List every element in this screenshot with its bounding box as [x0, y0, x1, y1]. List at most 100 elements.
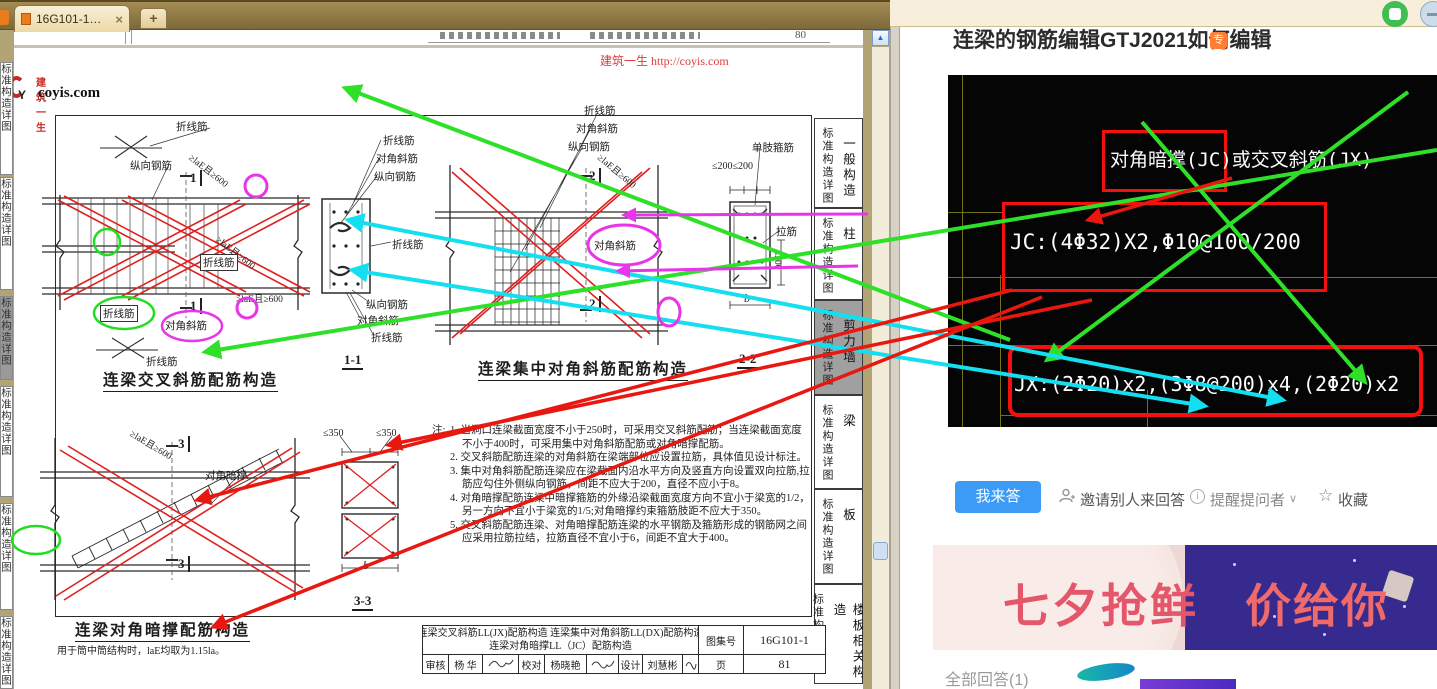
drawing-label: 纵向钢筋: [374, 172, 416, 183]
printed-left-strip: 标准构造详图: [0, 503, 13, 610]
invite-others-button[interactable]: 邀请别人来回答: [1080, 489, 1185, 510]
atlas-number: 16G101-1: [760, 632, 809, 647]
index-tab-shearwall: 标准构造详图 剪力墙: [814, 300, 863, 395]
partial-logo-bar: [1140, 679, 1236, 689]
cad-jx-text: JX:(2Φ20)x2,(3Φ8@200)x4,(2Φ20)x2: [1014, 372, 1400, 396]
scrollbar-track[interactable]: [872, 47, 889, 689]
info-icon: i: [1190, 489, 1205, 504]
tab-title: 16G101-1…: [36, 12, 102, 26]
viewer-tabbar: 16G101-1… × +: [0, 0, 890, 32]
watermark-text: 建筑一生 http://coyis.com: [600, 54, 729, 68]
drawing-label: 拉筋: [776, 227, 797, 238]
section-title: 3-3: [352, 593, 374, 611]
drawing-label: 折线筋: [584, 106, 616, 117]
premium-badge: 专: [1210, 32, 1227, 49]
browser-extension-icon[interactable]: [1382, 1, 1408, 27]
printed-left-strip: 标准构造详图: [0, 177, 13, 290]
section-title: 2-2: [737, 351, 759, 369]
document-tab[interactable]: 16G101-1… ×: [14, 5, 130, 32]
atlas-label: 图集号: [699, 626, 744, 654]
chevron-down-icon[interactable]: ∨: [1289, 492, 1297, 505]
drawing-label: 折线筋: [176, 122, 208, 133]
design-label: 设计: [619, 655, 643, 673]
section-mark: 1: [190, 170, 202, 186]
drawing-label: 纵向钢筋: [130, 161, 172, 172]
favorite-star-icon: ☆: [1318, 486, 1334, 505]
dimension-label: ≤350: [376, 428, 397, 439]
scrollbar-thumb[interactable]: [873, 542, 888, 560]
signature: [587, 655, 619, 673]
section-mark: 3: [178, 556, 190, 572]
scroll-up-icon[interactable]: ▲: [872, 30, 889, 46]
printed-left-strip: 标准构造详图: [0, 62, 13, 175]
document-icon: [21, 13, 31, 25]
drawing-notes: 注: 1. 当洞口连梁截面宽度不小于250时，可采用交叉斜筋配筋；当连梁截面宽度…: [432, 424, 810, 546]
note-item: 4. 对角暗撑配筋连梁中暗撑箍筋的外缘沿梁截面宽度方向不宜小于梁宽的1/2，另一…: [450, 492, 810, 518]
notes-prefix: 注:: [432, 425, 446, 436]
note-item: 3. 集中对角斜筋配筋连梁应在梁截面内沿水平方向及竖直方向设置双向拉筋,拉筋应勾…: [450, 465, 810, 491]
dimension-label: ≤350: [323, 428, 344, 439]
ad-text-left: 七夕抢鲜: [1003, 580, 1199, 632]
title-block-title: 连梁交叉斜筋LL(JX)配筋构造 连梁集中对角斜筋LL(DX)配筋构造 连梁对角…: [423, 626, 699, 654]
drawing-label: 折线筋: [371, 333, 403, 344]
drawing-title: 连梁交叉斜筋配筋构造: [103, 368, 279, 392]
window-divider: [890, 0, 900, 689]
drawing-title: 连梁对角暗撑配筋构造: [75, 618, 251, 642]
drawing-title: 连梁集中对角斜筋配筋构造: [478, 357, 689, 381]
cad-screenshot-image: 对角暗撑(JC)或交叉斜筋(JX) JC:(4Φ32)X2,Φ10@100/20…: [948, 75, 1437, 427]
dimension-label: ≤200≤200: [712, 161, 753, 172]
partial-logo-swoosh: [1076, 660, 1136, 684]
review-label: 审核: [423, 655, 449, 673]
drawing-label: 折线筋: [383, 136, 415, 147]
cad-jc-text: JC:(4Φ32)X2,Φ10@100/200: [1010, 230, 1301, 254]
review-name: 杨 华: [449, 655, 483, 673]
section-mark: 3: [178, 436, 190, 452]
invite-person-icon: [1059, 488, 1075, 503]
index-tab-slab: 标准构造详图板: [814, 489, 863, 584]
signature: [483, 655, 519, 673]
cad-callout-text: 对角暗撑(JC)或交叉斜筋(JX): [1110, 149, 1373, 171]
dimension-label: b: [363, 558, 369, 572]
drawing-label: 纵向钢筋: [366, 300, 408, 311]
cad-grid-line: [1000, 275, 1001, 427]
drawing-label: 对角斜筋: [165, 321, 207, 332]
ad-banner[interactable]: 七夕抢鲜 价给你: [933, 545, 1437, 650]
screen: 16G101-1… × + 80 建筑一生 http://coyis.com Y…: [0, 0, 1437, 689]
proof-label: 校对: [519, 655, 545, 673]
section-mark: 1: [190, 298, 202, 314]
favorite-button[interactable]: 收藏: [1338, 489, 1368, 510]
drawing-subtitle: 用于筒中筒结构时，laE均取为1.15la。: [57, 646, 226, 657]
proof-name: 杨晓艳: [545, 655, 587, 673]
close-icon[interactable]: ×: [115, 12, 123, 27]
note-item: 2. 交叉斜筋配筋连梁的对角斜筋在梁端部位应设置拉筋，具体值见设计标注。: [450, 452, 807, 463]
section-mark: 2: [589, 296, 601, 312]
ad-text-right: 价给你: [1245, 580, 1389, 632]
remind-asker-button[interactable]: 提醒提问者: [1210, 489, 1285, 510]
prev-page-line: [131, 28, 132, 44]
logo-y: Y: [18, 88, 27, 102]
cad-grid-line: [948, 212, 1004, 213]
section-title: 1-1: [342, 352, 364, 370]
signature: [683, 655, 699, 673]
new-tab-button[interactable]: +: [140, 8, 167, 29]
pdf-viewer-pane: 16G101-1… × + 80 建筑一生 http://coyis.com Y…: [0, 0, 890, 689]
page-number: 81: [778, 656, 791, 671]
all-answers-heading: 全部回答(1): [945, 672, 1029, 689]
dimension-label: ≤200: [772, 250, 782, 270]
index-tab-beam: 标准构造详图梁: [814, 395, 863, 489]
drawing-label: 对角斜筋: [357, 316, 399, 327]
printed-left-strip-active: 标准构造详图: [0, 296, 13, 380]
answer-button[interactable]: 我来答: [955, 481, 1041, 513]
logo-text-main: coyis.com: [38, 85, 101, 101]
cad-grid-line: [962, 75, 963, 427]
page-label: 页: [699, 655, 744, 673]
index-tab-column: 标准构造详图柱: [814, 208, 863, 300]
printed-left-strip: 标准构造详图: [0, 386, 13, 497]
printed-left-strip: 标准构造详图: [0, 616, 13, 689]
logo-text-top: 建筑一生: [36, 78, 46, 134]
dimension-label: ≥laE且≥600: [236, 295, 283, 305]
prev-page-text-fragment: [440, 32, 560, 39]
drawing-label: 对角斜筋: [376, 154, 418, 165]
browser-favorites-bar: [890, 0, 1437, 27]
prev-page-line: [428, 42, 830, 43]
